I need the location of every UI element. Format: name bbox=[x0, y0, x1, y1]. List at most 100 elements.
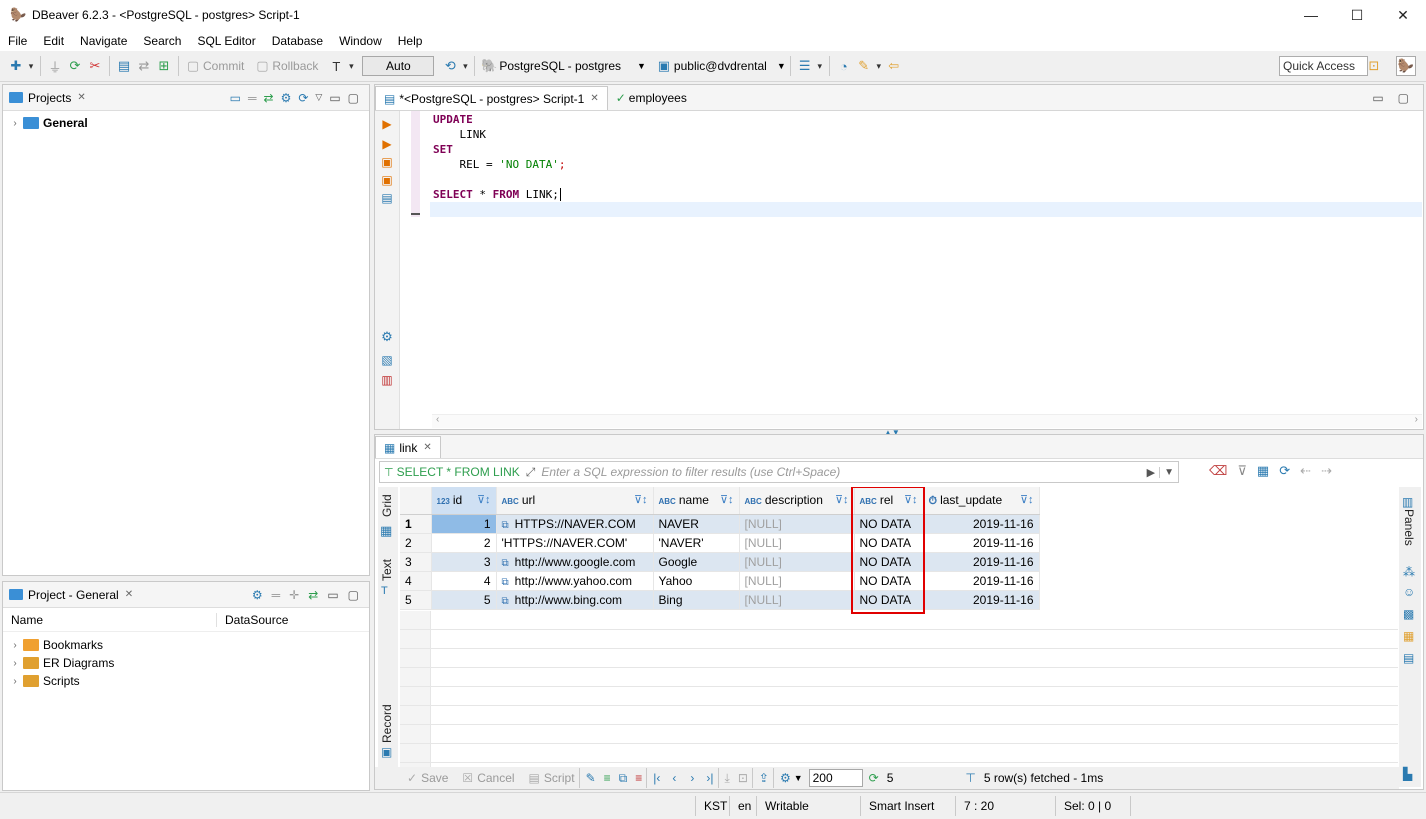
sql-code[interactable]: UPDATE LINK SET REL = 'NO DATA'; SELECT … bbox=[433, 112, 565, 202]
tab-record[interactable]: Record bbox=[380, 703, 394, 743]
new-connection-icon[interactable]: ✚ bbox=[6, 56, 26, 76]
menu-database[interactable]: Database bbox=[264, 34, 331, 48]
tab-text[interactable]: Text bbox=[380, 557, 394, 581]
menu-file[interactable]: File bbox=[0, 34, 35, 48]
navigate-back-icon[interactable]: ⇦ bbox=[884, 56, 904, 76]
new-folder-icon[interactable]: ▭ bbox=[230, 91, 241, 105]
sort-filter-icon[interactable]: ⊽↕ bbox=[477, 493, 491, 506]
sort-filter-icon[interactable]: ⊽↕ bbox=[634, 493, 648, 506]
auto-commit-toggle[interactable]: Auto bbox=[362, 56, 435, 76]
cell-name[interactable]: Bing bbox=[653, 590, 740, 610]
table-row[interactable]: 3 3 ⧉ http://www.google.com Google [NULL]… bbox=[400, 552, 1040, 572]
cell-last-update[interactable]: 2019-11-16 bbox=[923, 533, 1040, 553]
disconnect-icon[interactable]: ✂ bbox=[85, 56, 105, 76]
new-script-icon[interactable]: ⊞ bbox=[154, 56, 174, 76]
filter-history-icon[interactable]: ▼ bbox=[1159, 466, 1178, 478]
sql-editor-icon[interactable]: ▤ bbox=[114, 56, 134, 76]
close-button[interactable]: ✕ bbox=[1380, 0, 1426, 30]
first-page-icon[interactable]: |‹ bbox=[653, 771, 660, 785]
chevron-down-icon[interactable]: ▾ bbox=[26, 56, 36, 76]
filter-settings-icon[interactable]: ▦ bbox=[1257, 463, 1269, 479]
cell-url[interactable]: 'HTTPS://NAVER.COM' bbox=[496, 533, 654, 553]
column-header-name[interactable]: Name bbox=[3, 612, 217, 627]
column-header-url[interactable]: ABC url ⊽↕ bbox=[496, 487, 654, 515]
maximize-button[interactable]: ☐ bbox=[1334, 0, 1380, 30]
cell-description[interactable]: [NULL] bbox=[739, 533, 855, 553]
tools-icon[interactable]: ✎ bbox=[854, 56, 874, 76]
calc-icon[interactable]: ▦ bbox=[1403, 629, 1414, 643]
references-icon[interactable]: ▤ bbox=[1403, 651, 1414, 665]
sync-icon[interactable]: ⟳ bbox=[298, 91, 308, 105]
edit-row-icon[interactable]: ✎ bbox=[586, 771, 596, 785]
menu-help[interactable]: Help bbox=[390, 34, 431, 48]
sort-filter-icon[interactable]: ⊽↕ bbox=[720, 493, 734, 506]
chevron-right-icon[interactable]: › bbox=[9, 640, 21, 651]
column-header-description[interactable]: ABC description ⊽↕ bbox=[739, 487, 855, 515]
save-button[interactable]: Save bbox=[421, 771, 448, 785]
link-editor-icon[interactable]: ⇄ bbox=[308, 588, 318, 602]
menu-edit[interactable]: Edit bbox=[35, 34, 72, 48]
table-row[interactable]: 2 2 'HTTPS://NAVER.COM' 'NAVER' [NULL] N… bbox=[400, 533, 1040, 553]
cell-name[interactable]: NAVER bbox=[653, 514, 740, 534]
commit-button[interactable]: Commit bbox=[203, 59, 244, 73]
chevron-down-icon[interactable]: ▾ bbox=[346, 56, 356, 76]
chevron-down-icon[interactable]: ▾ bbox=[874, 56, 884, 76]
cell-description[interactable]: [NULL] bbox=[739, 590, 855, 610]
cell-id[interactable]: 4 bbox=[431, 571, 497, 591]
minimize-icon[interactable]: ▭ bbox=[327, 588, 338, 602]
link-editor-icon[interactable]: ⇄ bbox=[264, 91, 274, 105]
gear-icon[interactable]: ⚙ bbox=[375, 329, 399, 345]
scroll-right-icon[interactable]: › bbox=[1415, 414, 1418, 425]
column-header-last-update[interactable]: ⏱ last_update ⊽↕ bbox=[923, 487, 1040, 515]
tree-item-scripts[interactable]: › Scripts bbox=[3, 672, 369, 690]
script-button[interactable]: Script bbox=[544, 771, 575, 785]
cell-name[interactable]: 'NAVER' bbox=[653, 533, 740, 553]
table-row[interactable]: 4 4 ⧉ http://www.yahoo.com Yahoo [NULL] N… bbox=[400, 571, 1040, 591]
cancel-button[interactable]: Cancel bbox=[477, 771, 514, 785]
value-viewer-icon[interactable]: ⁂ bbox=[1403, 565, 1415, 579]
cell-url[interactable]: ⧉ HTTPS://NAVER.COM bbox=[496, 514, 654, 534]
delete-row-icon[interactable]: ≡ bbox=[635, 771, 642, 785]
reconnect-icon[interactable]: ⟳ bbox=[65, 56, 85, 76]
eraser-icon[interactable]: ⌫ bbox=[1209, 463, 1227, 479]
refresh-icon[interactable]: ⇄ bbox=[134, 56, 154, 76]
fetch-next-icon[interactable]: ⤓ bbox=[725, 771, 730, 786]
metadata-icon[interactable]: ☺ bbox=[1403, 585, 1415, 599]
sort-filter-icon[interactable]: ⊽↕ bbox=[1020, 493, 1034, 506]
tab-grid[interactable]: Grid bbox=[380, 493, 394, 517]
column-header-datasource[interactable]: DataSource bbox=[217, 613, 288, 627]
fetch-size-input[interactable]: 200 bbox=[808, 769, 863, 787]
refresh-icon[interactable]: ⟳ bbox=[1279, 463, 1290, 479]
tree-item-er-diagrams[interactable]: › ER Diagrams bbox=[3, 654, 369, 672]
cell-url[interactable]: ⧉ http://www.google.com bbox=[496, 552, 654, 572]
tab-link[interactable]: ▦ link ✕ bbox=[375, 436, 441, 458]
maximize-icon[interactable]: ▢ bbox=[348, 588, 359, 602]
transaction-mode-icon[interactable]: T bbox=[326, 56, 346, 76]
cell-id[interactable]: 1 bbox=[431, 514, 497, 534]
dbeaver-perspective-icon[interactable]: 🦫 bbox=[1396, 56, 1416, 76]
execute-script-new-tab-icon[interactable]: ▣ bbox=[375, 173, 399, 187]
tab-script-1[interactable]: ▤ *<PostgreSQL - postgres> Script-1 ✕ bbox=[375, 86, 608, 110]
cell-last-update[interactable]: 2019-11-16 bbox=[923, 571, 1040, 591]
cell-id[interactable]: 2 bbox=[431, 533, 497, 553]
projects-tab-label[interactable]: Projects bbox=[28, 91, 71, 105]
outline-icon[interactable]: ☰ bbox=[795, 56, 815, 76]
expand-filter-icon[interactable]: ⤢ bbox=[526, 465, 536, 480]
chevron-right-icon[interactable]: › bbox=[9, 658, 21, 669]
cell-url[interactable]: ⧉ http://www.bing.com bbox=[496, 590, 654, 610]
row-number[interactable]: 3 bbox=[400, 552, 432, 572]
panels-icon[interactable]: ▥ bbox=[1402, 495, 1413, 509]
cell-id[interactable]: 3 bbox=[431, 552, 497, 572]
open-perspective-icon[interactable]: ⊡ bbox=[1364, 56, 1384, 76]
execute-new-tab-icon[interactable]: ▶ bbox=[375, 137, 399, 151]
gear-icon[interactable]: ⚙ bbox=[281, 91, 292, 105]
minimize-button[interactable]: — bbox=[1288, 0, 1334, 30]
close-icon[interactable]: ✕ bbox=[77, 92, 85, 103]
quick-access-input[interactable]: Quick Access bbox=[1279, 56, 1368, 76]
dashboard-icon[interactable]: ◔ bbox=[834, 56, 854, 76]
chevron-down-icon[interactable]: ▼ bbox=[794, 773, 803, 783]
cell-description[interactable]: [NULL] bbox=[739, 552, 855, 572]
cell-id[interactable]: 5 bbox=[431, 590, 497, 610]
cell-last-update[interactable]: 2019-11-16 bbox=[923, 552, 1040, 572]
menu-navigate[interactable]: Navigate bbox=[72, 34, 135, 48]
